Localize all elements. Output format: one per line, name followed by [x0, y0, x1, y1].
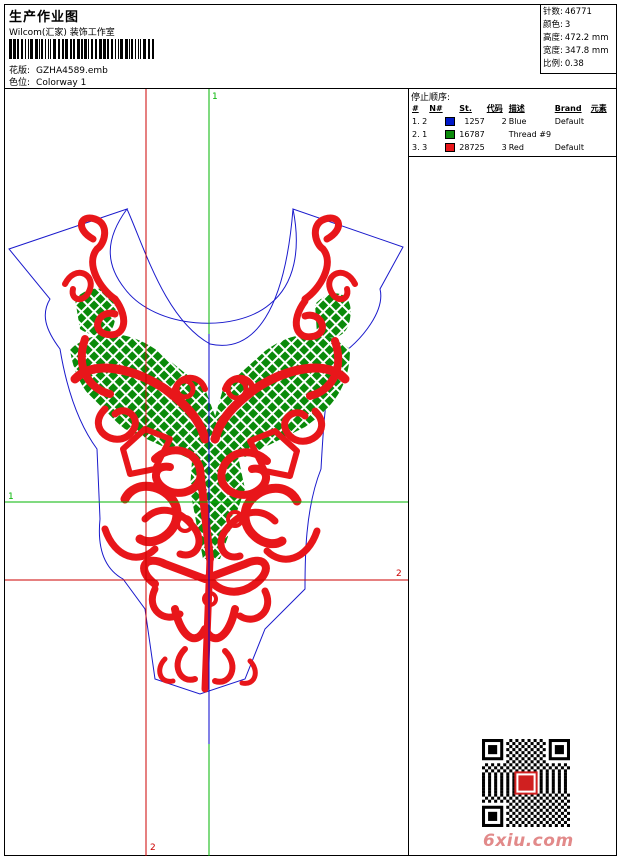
- stat-label: 宽度:: [543, 46, 563, 56]
- guide-label-left: 1: [8, 492, 14, 502]
- row-brand: Default: [554, 143, 584, 152]
- row-code: [486, 128, 508, 141]
- col-swatch: [444, 102, 458, 115]
- row-stitches: 28725: [459, 143, 485, 152]
- stats-box: 针数: 46771 颜色: 3 高度: 472.2 mm 宽度: 347.8 mm 比例…: [540, 5, 616, 74]
- colorway-label: 色位:: [9, 78, 31, 88]
- barcode: [9, 39, 154, 59]
- row-needle: [428, 128, 444, 141]
- guide-label-right: 2: [396, 569, 402, 579]
- stat-value: 46771: [564, 7, 592, 17]
- row-needle: [428, 141, 444, 154]
- table-row[interactable]: 2. 1 16787 Thread #9: [411, 128, 615, 141]
- col-brand: Brand: [554, 104, 582, 113]
- stat-width: 宽度: 347.8 mm: [543, 45, 614, 58]
- col-number: N#: [429, 104, 443, 113]
- stat-scale: 比例: 0.38: [543, 58, 614, 71]
- embroidery-preview: [5, 89, 408, 856]
- row-swatch: [444, 128, 458, 141]
- row-description: Blue: [508, 117, 527, 126]
- colorway-row: 色位: Colorway 1: [9, 75, 86, 88]
- qr-code: [482, 739, 570, 827]
- row-brand: Default: [554, 117, 584, 126]
- row-index: 2. 1: [412, 130, 428, 139]
- color-swatch: [445, 117, 456, 126]
- row-element: [590, 115, 615, 128]
- stat-stitches: 针数: 46771: [543, 6, 614, 19]
- stat-label: 颜色:: [543, 20, 563, 30]
- color-swatch: [445, 143, 456, 152]
- stat-value: 472.2 mm: [564, 33, 609, 43]
- row-swatch: [444, 115, 458, 128]
- subtitle: Wilcom(汇家) 装饰工作室: [9, 28, 115, 38]
- row-code: 2: [501, 117, 507, 126]
- stat-value: 0.38: [564, 59, 584, 69]
- header: 生产作业图 Wilcom(汇家) 装饰工作室 花版: GZHA4589.emb 色…: [5, 5, 616, 89]
- document-frame: 生产作业图 Wilcom(汇家) 装饰工作室 花版: GZHA4589.emb 色…: [4, 4, 617, 856]
- row-description: Thread #9: [508, 130, 552, 139]
- thread-table: # N# St. 代码 描述 Brand 元素 1. 2 1257 2 Blue Def…: [411, 102, 615, 154]
- stat-colors: 颜色: 3: [543, 19, 614, 32]
- stat-label: 比例:: [543, 59, 563, 69]
- row-stitches: 16787: [459, 130, 485, 139]
- stop-sequence-panel: 停止顺序: # N# St. 代码 描述 Brand 元素 1. 2 1257 2 B…: [409, 89, 616, 157]
- stat-label: 高度:: [543, 33, 563, 43]
- table-row[interactable]: 1. 2 1257 2 Blue Default: [411, 115, 615, 128]
- table-row[interactable]: 3. 3 28725 3 Red Default: [411, 141, 615, 154]
- col-code: 代码: [486, 104, 503, 113]
- stat-label: 针数:: [543, 7, 563, 17]
- row-needle: [428, 115, 444, 128]
- row-element: [590, 128, 615, 141]
- guide-label-top: 1: [212, 92, 218, 102]
- design-canvas[interactable]: 1 1 2 2: [5, 89, 409, 856]
- watermark: 6xiu.com: [483, 831, 574, 851]
- table-header: # N# St. 代码 描述 Brand 元素: [411, 102, 615, 115]
- row-stitches: 1257: [464, 117, 485, 126]
- guide-label-bottom: 2: [150, 843, 156, 853]
- col-description: 描述: [508, 104, 525, 113]
- row-index: 3. 3: [412, 143, 428, 152]
- page-title: 生产作业图: [9, 10, 80, 25]
- stat-height: 高度: 472.2 mm: [543, 32, 614, 45]
- row-element: [590, 141, 615, 154]
- row-swatch: [444, 141, 458, 154]
- col-element: 元素: [590, 104, 607, 113]
- col-index: #: [412, 104, 419, 113]
- stat-value: 347.8 mm: [564, 46, 609, 56]
- row-description: Red: [508, 143, 524, 152]
- colorway-value: Colorway 1: [36, 78, 87, 88]
- row-index: 1. 2: [412, 117, 428, 126]
- col-stitches: St.: [459, 104, 472, 113]
- stat-value: 3: [564, 20, 571, 30]
- color-swatch: [445, 130, 456, 139]
- row-code: 3: [501, 143, 507, 152]
- row-brand: [554, 128, 590, 141]
